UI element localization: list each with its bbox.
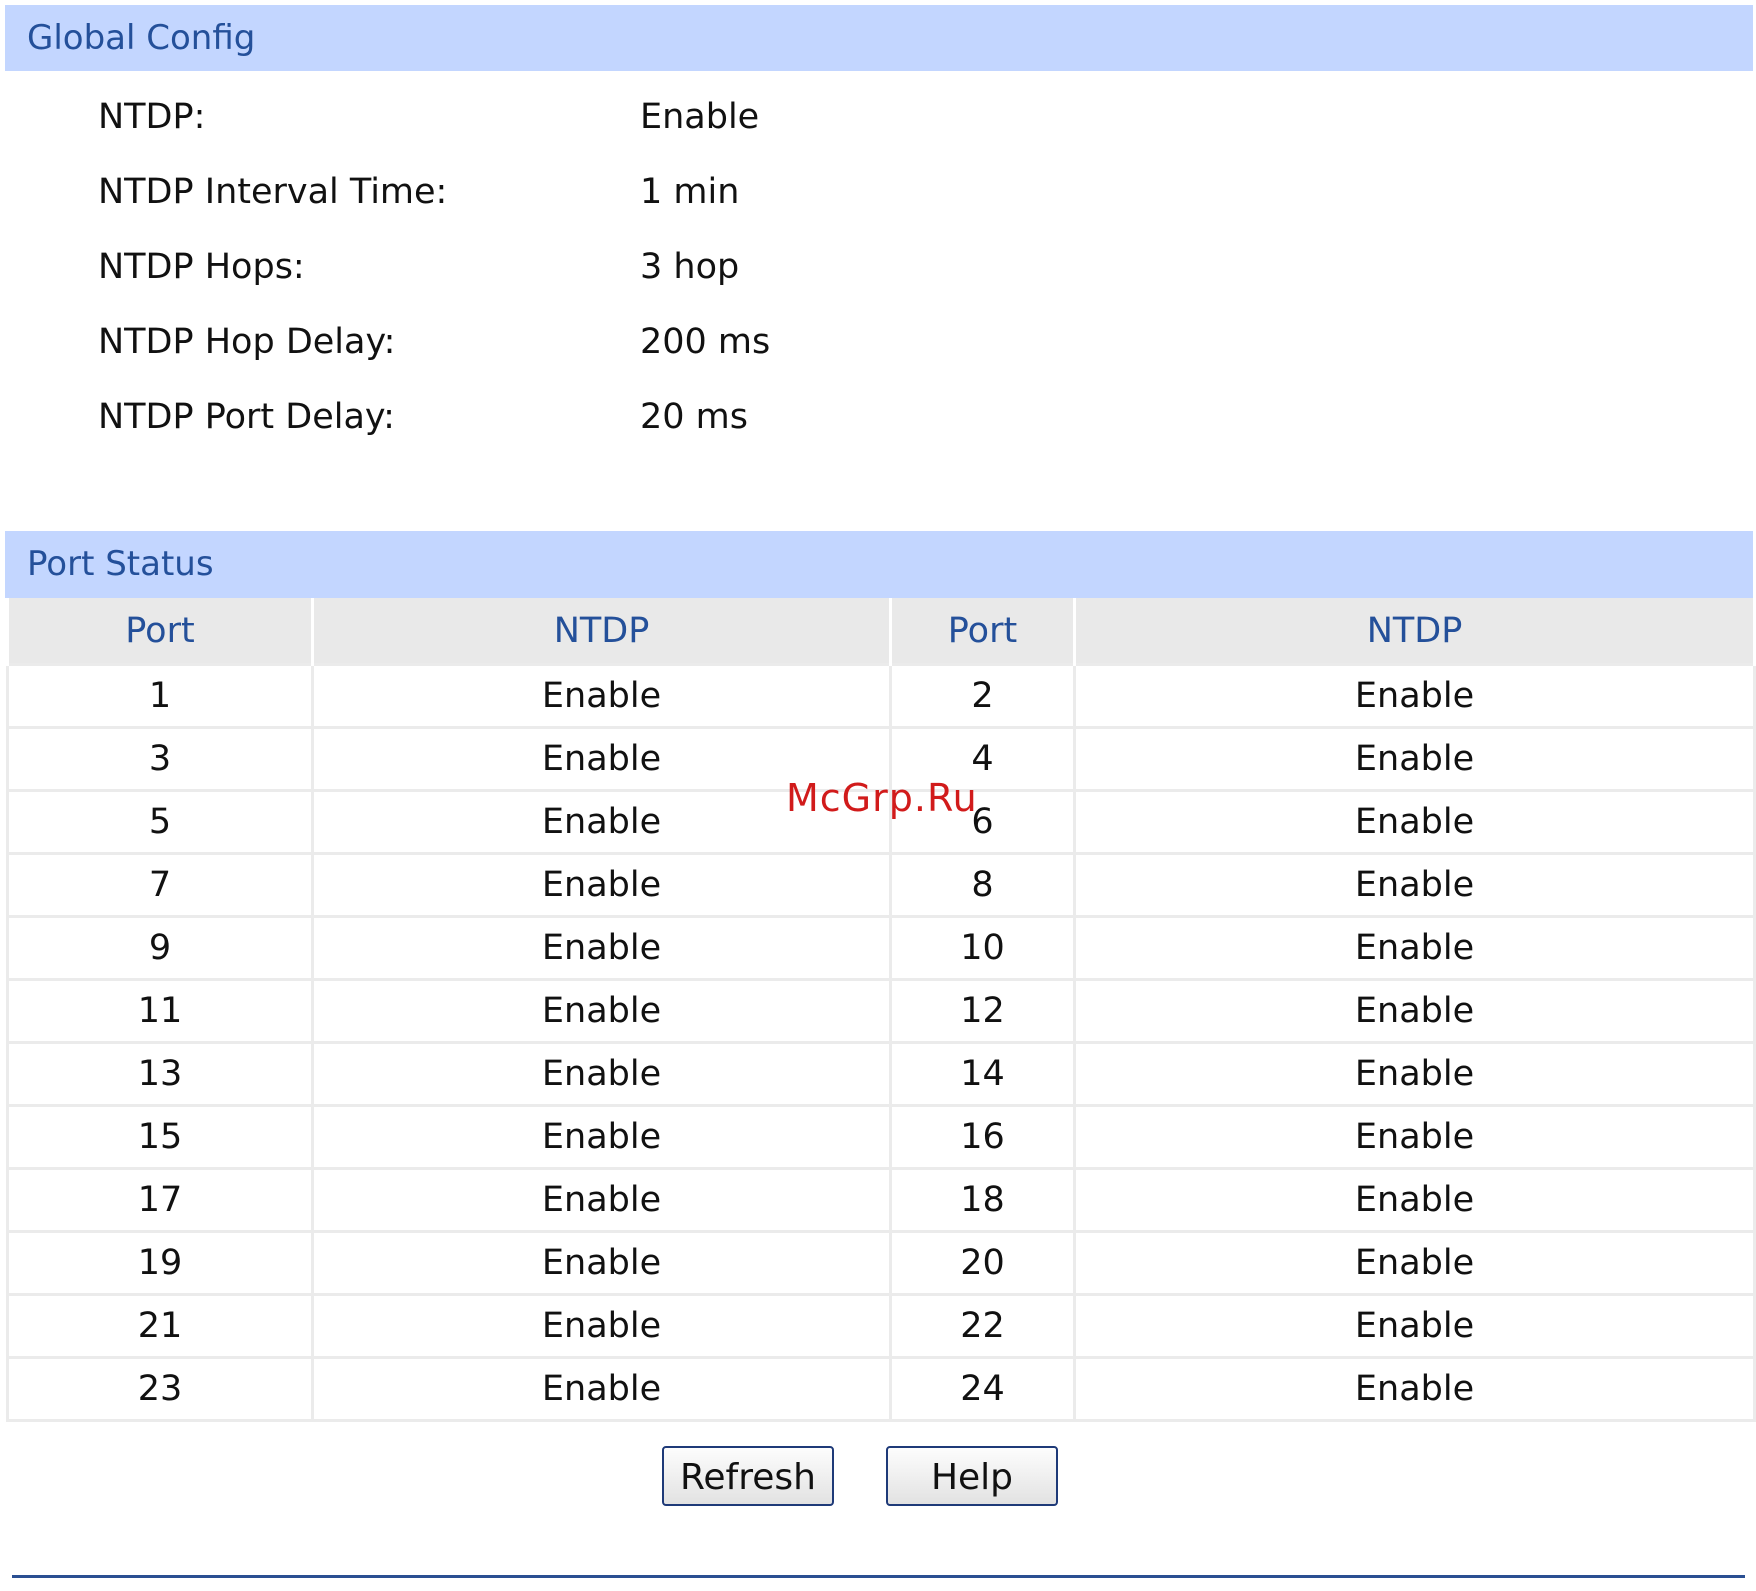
config-value: 20 ms [640,397,748,437]
ntdp-status-cell: Enable [1073,663,1756,729]
global-config-title: Global Config [27,18,256,58]
port-status-table: Port NTDP Port NTDP 1 Enable 2 Enable 3 Enabl… [6,598,1756,1422]
ntdp-status-cell: Enable [311,978,892,1044]
ntdp-status-cell: Enable [311,663,892,729]
config-label: NTDP: [98,97,206,137]
refresh-button[interactable]: Refresh [662,1446,834,1506]
table-row: 7 Enable 8 Enable [6,852,1756,918]
config-label: NTDP Interval Time: [98,172,448,212]
port-number-cell: 10 [889,915,1076,981]
port-number-cell: 15 [6,1104,314,1170]
ntdp-status-cell: Enable [311,1356,892,1422]
port-number-cell: 9 [6,915,314,981]
config-label: NTDP Hop Delay: [98,322,396,362]
ntdp-status-cell: Enable [311,1293,892,1359]
config-value: 1 min [640,172,740,212]
port-number-cell: 11 [6,978,314,1044]
table-row: 19 Enable 20 Enable [6,1230,1756,1296]
ntdp-status-cell: Enable [1073,1293,1756,1359]
table-row: 13 Enable 14 Enable [6,1041,1756,1107]
port-status-header: Port Status [5,531,1753,598]
ntdp-status-cell: Enable [1073,1041,1756,1107]
port-number-cell: 1 [6,663,314,729]
config-row-ntdp: NTDP: Enable [0,80,1756,155]
column-header-ntdp: NTDP [1073,598,1756,665]
port-number-cell: 3 [6,726,314,792]
column-header-port: Port [889,598,1076,665]
config-row-hop-delay: NTDP Hop Delay: 200 ms [0,305,1756,380]
button-bar: Refresh Help [0,1446,1756,1508]
port-number-cell: 18 [889,1167,1076,1233]
ntdp-status-cell: Enable [1073,1230,1756,1296]
port-status-title: Port Status [27,544,214,584]
ntdp-status-cell: Enable [311,852,892,918]
ntdp-status-cell: Enable [1073,852,1756,918]
port-number-cell: 5 [6,789,314,855]
table-row: 17 Enable 18 Enable [6,1167,1756,1233]
port-number-cell: 8 [889,852,1076,918]
column-header-port: Port [6,598,314,665]
table-row: 23 Enable 24 Enable [6,1356,1756,1422]
bottom-divider [12,1575,1745,1578]
ntdp-status-cell: Enable [311,1167,892,1233]
port-number-cell: 7 [6,852,314,918]
ntdp-status-cell: Enable [311,915,892,981]
help-button[interactable]: Help [886,1446,1058,1506]
ntdp-status-cell: Enable [1073,1167,1756,1233]
port-number-cell: 13 [6,1041,314,1107]
port-number-cell: 23 [6,1356,314,1422]
watermark: McGrp.Ru [786,776,978,820]
ntdp-status-cell: Enable [311,1104,892,1170]
config-label: NTDP Hops: [98,247,305,287]
ntdp-status-cell: Enable [1073,726,1756,792]
ntdp-status-cell: Enable [1073,1104,1756,1170]
port-number-cell: 19 [6,1230,314,1296]
ntdp-status-cell: Enable [1073,915,1756,981]
port-number-cell: 20 [889,1230,1076,1296]
column-header-ntdp: NTDP [311,598,892,665]
ntdp-status-cell: Enable [311,1041,892,1107]
port-number-cell: 22 [889,1293,1076,1359]
port-number-cell: 24 [889,1356,1076,1422]
config-row-interval-time: NTDP Interval Time: 1 min [0,155,1756,230]
config-value: 3 hop [640,247,740,287]
table-row: 11 Enable 12 Enable [6,978,1756,1044]
table-row: 15 Enable 16 Enable [6,1104,1756,1170]
config-label: NTDP Port Delay: [98,397,395,437]
ntdp-status-cell: Enable [1073,1356,1756,1422]
port-number-cell: 17 [6,1167,314,1233]
config-value: 200 ms [640,322,771,362]
port-number-cell: 14 [889,1041,1076,1107]
table-header-row: Port NTDP Port NTDP [6,598,1756,665]
global-config-header: Global Config [5,5,1753,71]
port-number-cell: 16 [889,1104,1076,1170]
config-row-port-delay: NTDP Port Delay: 20 ms [0,380,1756,455]
table-row: 1 Enable 2 Enable [6,663,1756,729]
ntdp-status-cell: Enable [1073,978,1756,1044]
table-row: 9 Enable 10 Enable [6,915,1756,981]
config-value: Enable [640,97,760,137]
table-row: 21 Enable 22 Enable [6,1293,1756,1359]
port-number-cell: 2 [889,663,1076,729]
ntdp-status-cell: Enable [311,1230,892,1296]
ntdp-status-cell: Enable [1073,789,1756,855]
config-row-hops: NTDP Hops: 3 hop [0,230,1756,305]
port-number-cell: 21 [6,1293,314,1359]
port-number-cell: 12 [889,978,1076,1044]
